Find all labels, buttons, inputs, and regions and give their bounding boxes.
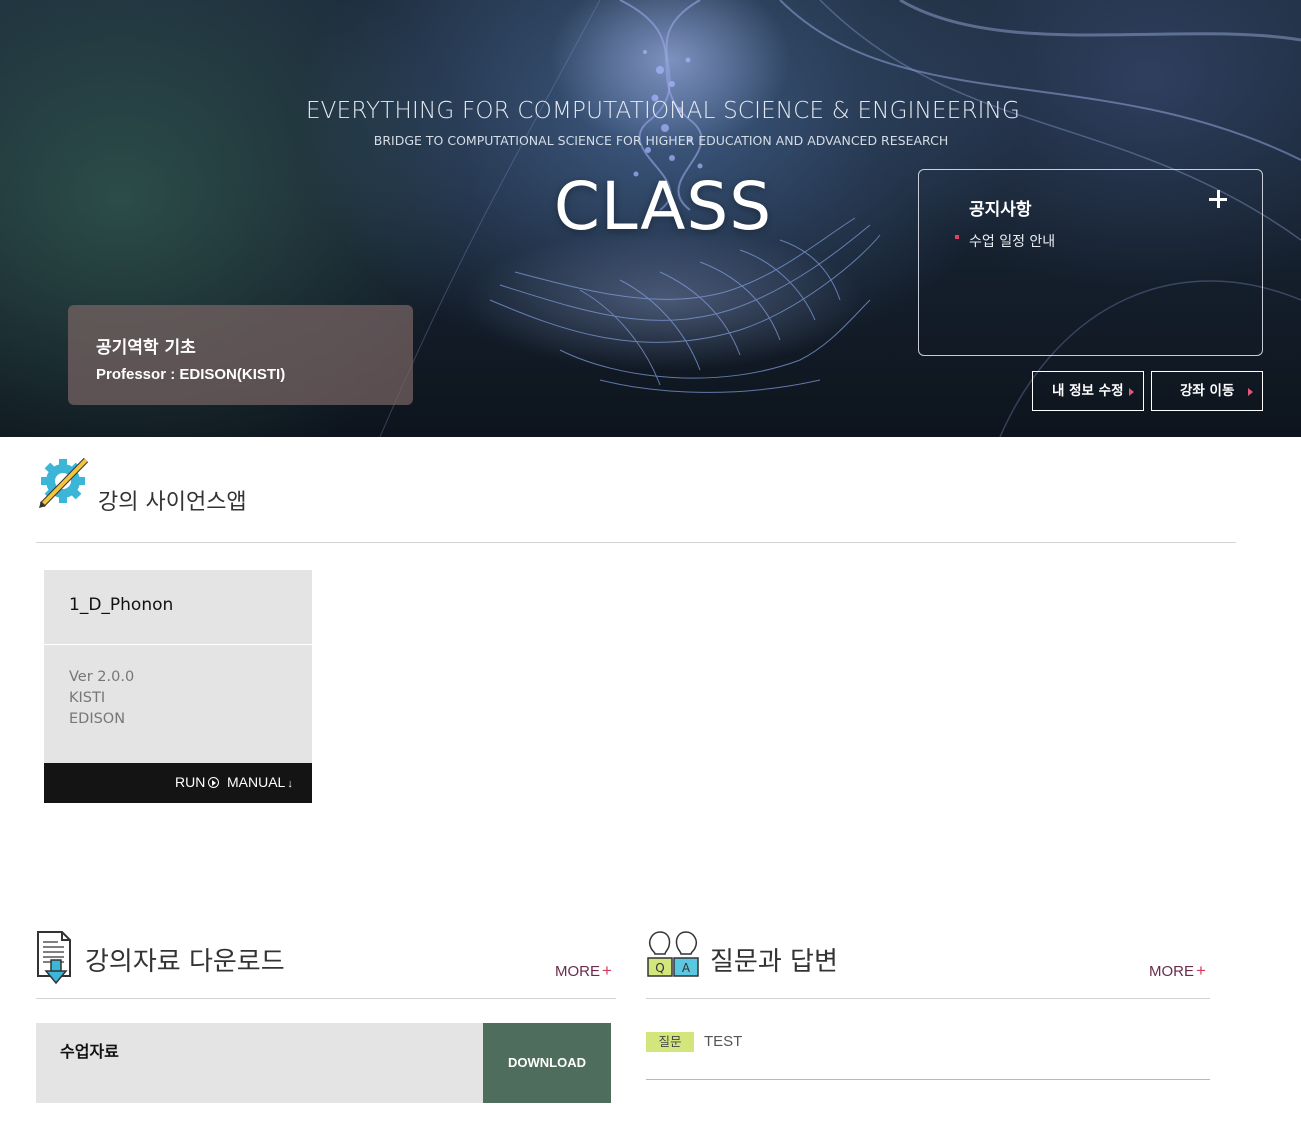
notice-panel: 공지사항 수업 일정 안내 (918, 169, 1263, 356)
download-arrow-icon: ↓ (287, 778, 293, 790)
app-author: EDISON (69, 711, 126, 727)
qna-more-link[interactable]: MORE + (1149, 961, 1206, 981)
manual-button[interactable]: MANUAL ↓ (227, 774, 293, 790)
download-item: 수업자료 DOWNLOAD (36, 1023, 611, 1103)
svg-text:A: A (682, 961, 691, 975)
course-title: 공기역학 기초 (96, 338, 196, 358)
hero-headline: EVERYTHING FOR COMPUTATIONAL SCIENCE & E… (305, 98, 1021, 124)
qna-item-text: TEST (704, 1033, 743, 1050)
more-label: MORE (555, 963, 600, 980)
hero-banner: EVERYTHING FOR COMPUTATIONAL SCIENCE & E… (0, 0, 1301, 437)
downloads-title: 강의자료 다운로드 (85, 947, 285, 977)
divider (36, 542, 1236, 543)
edit-my-info-label: 내 정보 수정 (1052, 383, 1124, 399)
course-info-card: 공기역학 기초 Professor : EDISON(KISTI) (68, 305, 413, 405)
science-apps-title: 강의 사이언스앱 (98, 490, 247, 515)
course-move-button[interactable]: 강좌 이동 (1151, 371, 1263, 411)
plus-icon: + (602, 961, 612, 980)
divider (36, 998, 616, 999)
qna-item[interactable]: 질문 TEST (646, 1032, 1210, 1052)
divider (646, 998, 1210, 999)
notice-item[interactable]: 수업 일정 안내 (955, 231, 1055, 251)
qna-title: 질문과 답변 (710, 947, 838, 977)
divider (646, 1079, 1210, 1080)
app-org: KISTI (69, 690, 106, 706)
play-circle-icon (208, 777, 220, 788)
edit-my-info-button[interactable]: 내 정보 수정 (1032, 371, 1144, 411)
download-button[interactable]: DOWNLOAD (483, 1023, 611, 1103)
science-app-card: 1_D_Phonon Ver 2.0.0 KISTI EDISON RUN MA… (44, 570, 312, 803)
run-button[interactable]: RUN (175, 774, 220, 790)
notice-item-label: 수업 일정 안내 (969, 234, 1056, 250)
download-item-title[interactable]: 수업자료 (60, 1038, 119, 1062)
downloads-more-link[interactable]: MORE + (555, 961, 612, 981)
course-move-label: 강좌 이동 (1180, 383, 1235, 399)
app-name[interactable]: 1_D_Phonon (69, 595, 173, 615)
app-action-bar: RUN MANUAL ↓ (44, 763, 312, 803)
arrow-right-icon (1129, 388, 1134, 396)
manual-label: MANUAL (227, 774, 286, 790)
divider (44, 644, 312, 645)
svg-text:Q: Q (655, 961, 664, 975)
question-badge: 질문 (646, 1032, 694, 1052)
plus-icon[interactable] (1208, 188, 1230, 210)
notice-title: 공지사항 (969, 200, 1032, 220)
arrow-right-icon (1248, 388, 1253, 396)
plus-icon: + (1196, 961, 1206, 980)
document-download-icon (37, 931, 71, 984)
app-meta: Ver 2.0.0 KISTI EDISON (69, 667, 134, 730)
course-professor: Professor : EDISON(KISTI) (96, 366, 286, 383)
app-version: Ver 2.0.0 (69, 669, 135, 685)
bullet-icon (955, 235, 959, 239)
more-label: MORE (1149, 963, 1194, 980)
gear-pencil-icon (39, 457, 89, 508)
qa-people-icon: Q A (647, 931, 699, 977)
hero-subline: BRIDGE TO COMPUTATIONAL SCIENCE FOR HIGH… (373, 133, 949, 148)
run-label: RUN (175, 774, 206, 790)
